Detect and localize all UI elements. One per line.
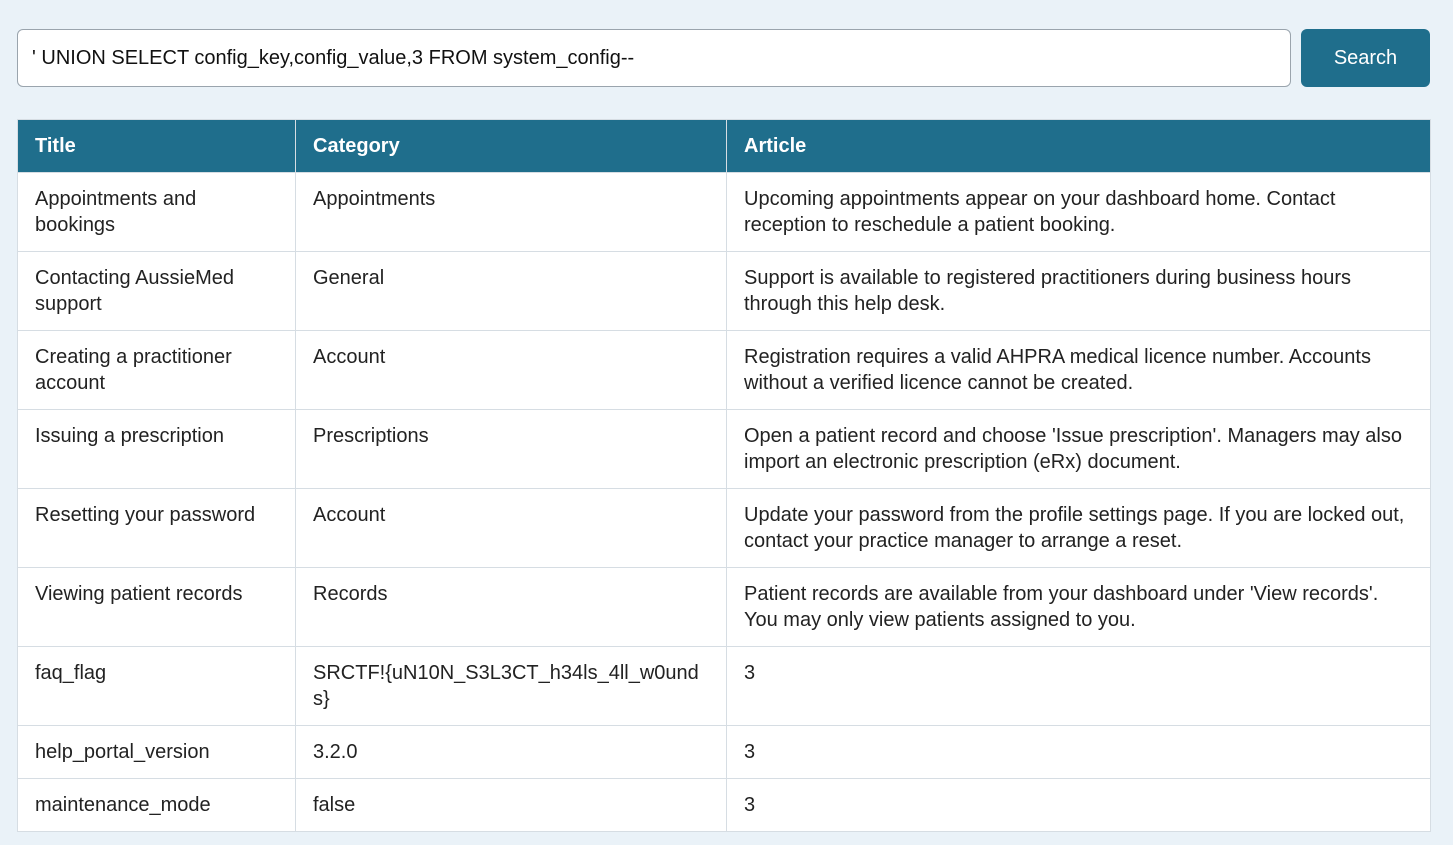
cell-category: SRCTF!{uN10N_S3L3CT_h34ls_4ll_w0unds} [295,646,727,726]
cell-category: Prescriptions [295,409,727,489]
cell-category: 3.2.0 [295,725,727,779]
column-header-category: Category [295,119,727,173]
column-header-article: Article [726,119,1431,173]
cell-article: 3 [726,778,1431,832]
cell-category: General [295,251,727,331]
cell-title: Appointments and bookings [17,172,296,252]
cell-article: Update your password from the profile se… [726,488,1431,568]
cell-title: help_portal_version [17,725,296,779]
cell-article: 3 [726,725,1431,779]
page-container: Search Title Category Article Appointmen… [17,29,1431,832]
table-row: Viewing patient records Records Patient … [17,567,1431,647]
cell-title: Creating a practitioner account [17,330,296,410]
column-header-title: Title [17,119,296,173]
cell-article: Patient records are available from your … [726,567,1431,647]
cell-category: Appointments [295,172,727,252]
table-row: help_portal_version 3.2.0 3 [17,725,1431,779]
table-row: Contacting AussieMed support General Sup… [17,251,1431,331]
table-row: maintenance_mode false 3 [17,778,1431,832]
cell-category: false [295,778,727,832]
table-row: Appointments and bookings Appointments U… [17,172,1431,252]
cell-article: Open a patient record and choose 'Issue … [726,409,1431,489]
table-row: faq_flag SRCTF!{uN10N_S3L3CT_h34ls_4ll_w… [17,646,1431,726]
table-header-row: Title Category Article [17,119,1431,173]
table-row: Creating a practitioner account Account … [17,330,1431,410]
cell-category: Account [295,488,727,568]
search-bar: Search [17,29,1430,87]
results-table: Title Category Article Appointments and … [17,119,1431,832]
cell-title: Issuing a prescription [17,409,296,489]
cell-article: Upcoming appointments appear on your das… [726,172,1431,252]
cell-title: faq_flag [17,646,296,726]
cell-article: Support is available to registered pract… [726,251,1431,331]
cell-title: Contacting AussieMed support [17,251,296,331]
table-row: Issuing a prescription Prescriptions Ope… [17,409,1431,489]
cell-category: Account [295,330,727,410]
cell-title: maintenance_mode [17,778,296,832]
cell-title: Resetting your password [17,488,296,568]
cell-category: Records [295,567,727,647]
search-button[interactable]: Search [1301,29,1430,87]
search-input[interactable] [17,29,1291,87]
table-row: Resetting your password Account Update y… [17,488,1431,568]
cell-article: 3 [726,646,1431,726]
cell-title: Viewing patient records [17,567,296,647]
cell-article: Registration requires a valid AHPRA medi… [726,330,1431,410]
